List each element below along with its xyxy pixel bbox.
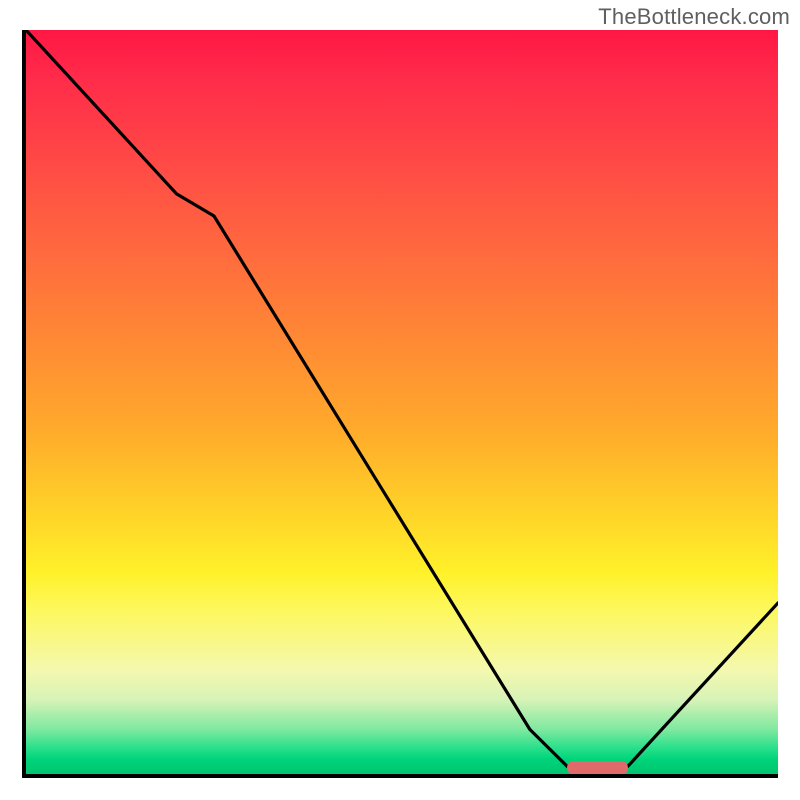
bottleneck-curve bbox=[26, 30, 778, 774]
watermark-text: TheBottleneck.com bbox=[598, 4, 790, 30]
chart-root: TheBottleneck.com bbox=[0, 0, 800, 800]
optimal-range-marker bbox=[567, 761, 627, 775]
curve-path bbox=[26, 30, 778, 770]
plot-area bbox=[22, 30, 778, 778]
